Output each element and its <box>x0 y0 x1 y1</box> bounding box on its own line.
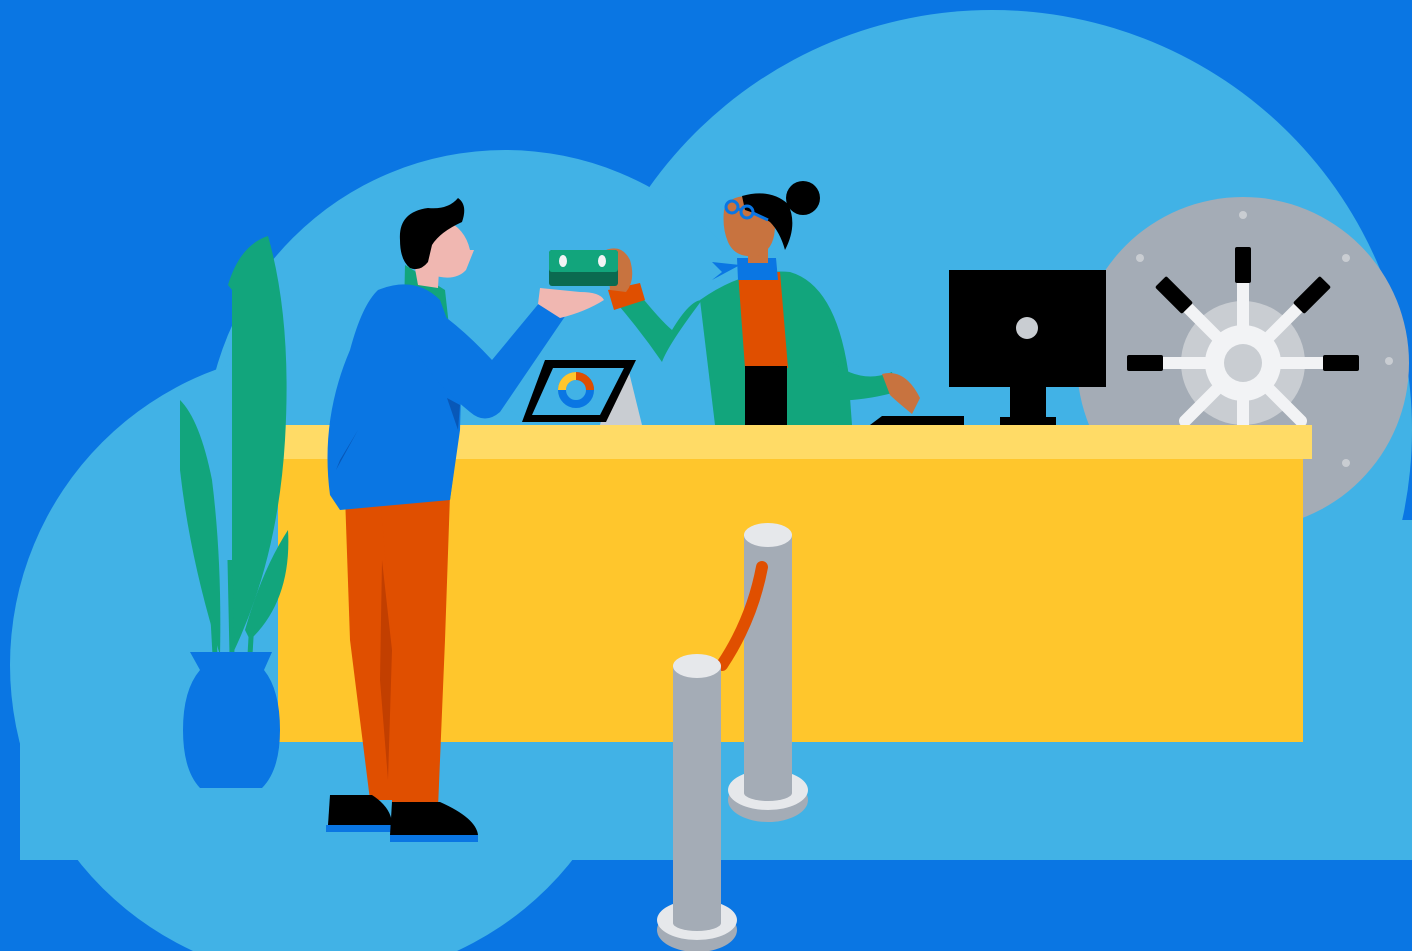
cash-icon <box>549 250 618 286</box>
bank-teller-illustration <box>0 0 1412 951</box>
